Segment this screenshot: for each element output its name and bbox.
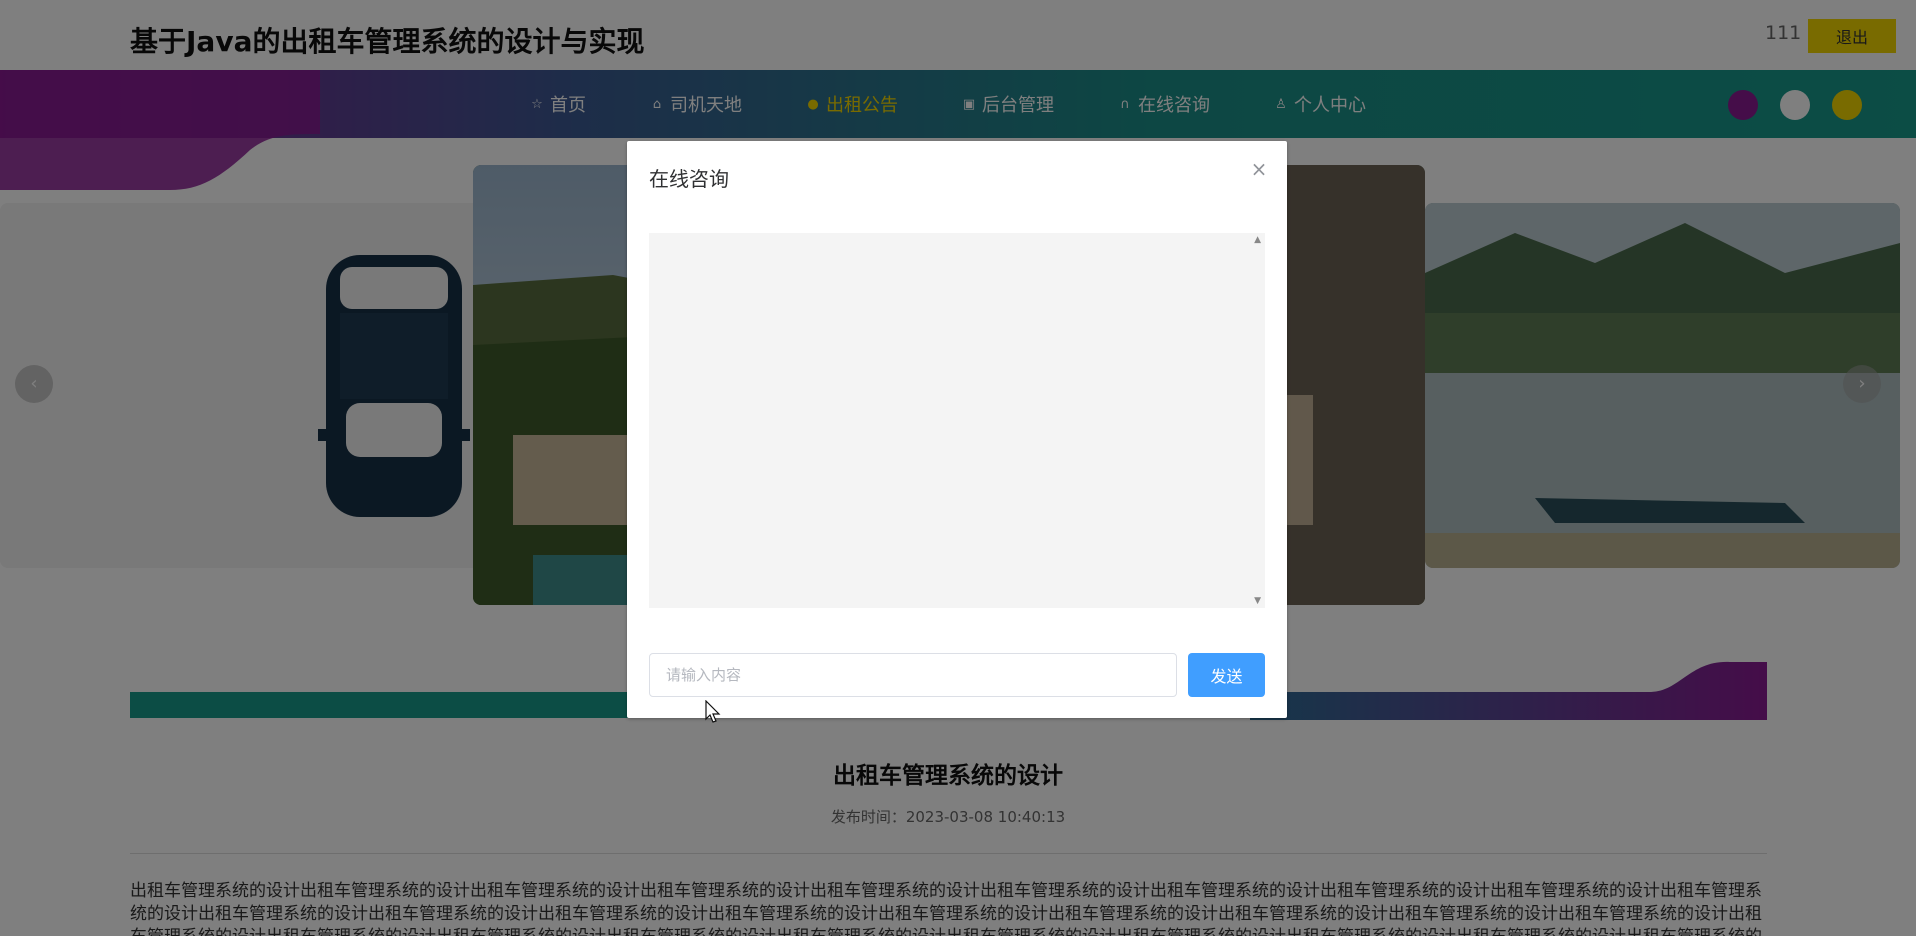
chat-input[interactable] (649, 653, 1177, 697)
dialog-title: 在线咨询 (649, 167, 729, 191)
mouse-cursor-icon (705, 700, 721, 723)
send-button[interactable]: 发送 (1188, 653, 1265, 697)
chat-message-area[interactable]: ▲ ▼ (649, 233, 1265, 608)
scroll-down-icon[interactable]: ▼ (1254, 596, 1261, 606)
online-consult-dialog: 在线咨询 × ▲ ▼ 发送 (627, 141, 1287, 718)
close-icon[interactable]: × (1249, 159, 1269, 179)
scroll-up-icon[interactable]: ▲ (1254, 235, 1261, 245)
